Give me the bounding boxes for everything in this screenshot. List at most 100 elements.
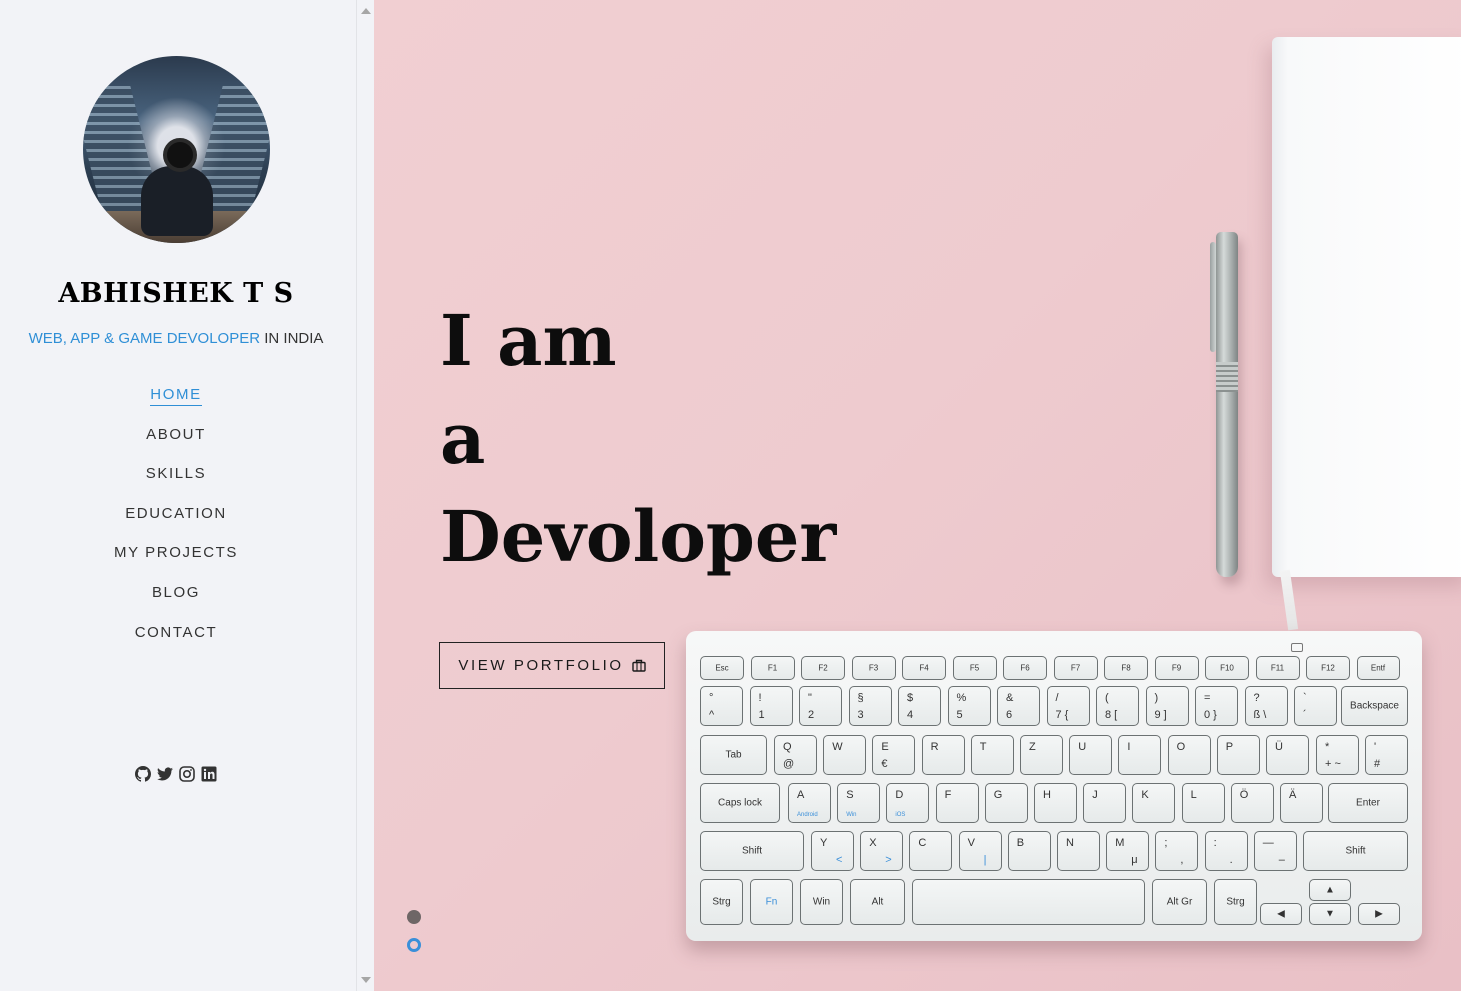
key-ü: Ü (1266, 735, 1309, 775)
key-bottom-1: Fn (750, 879, 793, 925)
nav-blog[interactable]: BLOG (0, 584, 352, 604)
key-bottom-3: Alt (850, 879, 905, 925)
key-f11: F11 (1255, 656, 1300, 680)
nav-about[interactable]: ABOUT (0, 426, 352, 446)
key-ö: Ö (1230, 783, 1274, 823)
key-bottom-0: Strg (700, 879, 743, 925)
notebook-ribbon (1279, 569, 1299, 631)
key-w: W (823, 735, 867, 775)
key-plus: * + ~ (1316, 735, 1359, 775)
tagline-accent: WEB, APP & GAME DEVOLOPER (28, 330, 261, 347)
nav-education[interactable]: EDUCATION (0, 505, 352, 525)
key-f10: F10 (1205, 656, 1249, 680)
key-e: E € (872, 735, 916, 775)
headline-line-3: Devoloper (440, 495, 837, 578)
instagram-icon[interactable] (179, 766, 195, 782)
key-number-0: ° ^ (700, 686, 743, 726)
main-nav: HOME ABOUT SKILLS EDUCATION MY PROJECTS … (0, 386, 352, 663)
key-bottom-4 (912, 879, 1145, 925)
github-icon[interactable] (135, 766, 151, 782)
key-row4-7: ;, (1155, 831, 1199, 871)
key-row4-3: V | (958, 831, 1002, 871)
site-name: ABHISHEK T S (58, 278, 294, 309)
scroll-down-arrow-icon[interactable] (361, 977, 371, 983)
key-row4-2: C (909, 831, 953, 871)
key-s: S Win (837, 783, 881, 823)
key-shift-left: Shift (700, 831, 804, 871)
key-entf: Entf (1356, 656, 1400, 680)
key-number-10: = 0 } (1195, 686, 1238, 726)
key-l: L (1181, 783, 1225, 823)
briefcase-icon (631, 659, 646, 672)
social-links (0, 766, 352, 782)
key-p: P (1216, 735, 1260, 775)
tagline: WEB, APP & GAME DEVOLOPER IN INDIA (0, 330, 352, 347)
hero-headline: I am a Devoloper (440, 292, 836, 586)
key-f6: F6 (1003, 656, 1047, 680)
tagline-rest: IN INDIA (260, 330, 324, 347)
key-number-12: ` ´ (1294, 686, 1337, 726)
key-caps-lock: Caps lock (700, 783, 780, 823)
key-r: R (921, 735, 965, 775)
key-f5: F5 (952, 656, 997, 680)
key-a: A Android (788, 783, 831, 823)
key-z: Z (1020, 735, 1063, 775)
key-f8: F8 (1104, 656, 1148, 680)
key-row4-1: X > (860, 831, 904, 871)
slider-dot-2[interactable] (407, 938, 421, 952)
key-row4-9: — – (1253, 831, 1297, 871)
nav-contact[interactable]: CONTACT (0, 624, 352, 644)
key-f7: F7 (1053, 656, 1098, 680)
key-enter: Enter (1328, 783, 1408, 823)
key-number-7: /7 { (1046, 686, 1090, 726)
linkedin-icon[interactable] (201, 766, 217, 782)
key-h: H (1034, 783, 1077, 823)
key-number-5: % 5 (947, 686, 991, 726)
nav-skills[interactable]: SKILLS (0, 465, 352, 485)
headline-line-1: I am (440, 299, 617, 382)
view-portfolio-label: VIEW PORTFOLIO (458, 657, 624, 674)
key-backspace: Backspace (1341, 686, 1408, 726)
key-f1: F1 (750, 656, 795, 680)
pen-image (1210, 232, 1238, 577)
key-number-1: ! 1 (749, 686, 793, 726)
key-arrow-right: ▶ (1358, 903, 1400, 925)
key-o: O (1167, 735, 1211, 775)
key-bottom-2: Win (800, 879, 843, 925)
key-arrow-left: ◀ (1260, 903, 1302, 925)
key-number-3: § 3 (848, 686, 892, 726)
key-shift-right: Shift (1303, 831, 1408, 871)
key-q: Q @ (774, 735, 817, 775)
slider-dot-1[interactable] (407, 910, 421, 924)
key-tab: Tab (700, 735, 767, 775)
twitter-icon[interactable] (157, 766, 173, 782)
key-f2: F2 (801, 656, 845, 680)
notebook-image (1272, 37, 1461, 577)
key-u: U (1069, 735, 1113, 775)
sidebar-scrollbar[interactable] (356, 0, 375, 991)
key-f12: F12 (1306, 656, 1350, 680)
profile-avatar (83, 56, 270, 243)
nav-home[interactable]: HOME (0, 386, 352, 406)
key-i: I (1118, 735, 1162, 775)
key-row4-6: Mμ (1106, 831, 1150, 871)
key-f3: F3 (851, 656, 896, 680)
keyboard-light-icon (1291, 643, 1303, 652)
sidebar: ABHISHEK T S WEB, APP & GAME DEVOLOPER I… (0, 0, 356, 991)
key-row4-8: :. (1204, 831, 1248, 871)
key-number-11: ? ß \ (1244, 686, 1288, 726)
headline-line-2: a (440, 397, 486, 480)
key-bottom-5: Alt Gr (1152, 879, 1207, 925)
key-hash: ' # (1365, 735, 1408, 775)
scroll-up-arrow-icon[interactable] (361, 8, 371, 14)
key-g: G (984, 783, 1028, 823)
key-number-8: (8 [ (1096, 686, 1139, 726)
nav-my-projects[interactable]: MY PROJECTS (0, 544, 352, 564)
key-j: J (1083, 783, 1127, 823)
key-t: T (970, 735, 1014, 775)
hero-section: Esc F1 F2 F3 F4 F5 F6 F7 F8 F9 F10 F11 F12 Entf ° ^! 1 "… (374, 0, 1461, 991)
key-row4-4: B (1007, 831, 1051, 871)
key-number-9: ) 9 ] (1145, 686, 1189, 726)
view-portfolio-button[interactable]: VIEW PORTFOLIO (439, 642, 665, 689)
key-f9: F9 (1154, 656, 1199, 680)
